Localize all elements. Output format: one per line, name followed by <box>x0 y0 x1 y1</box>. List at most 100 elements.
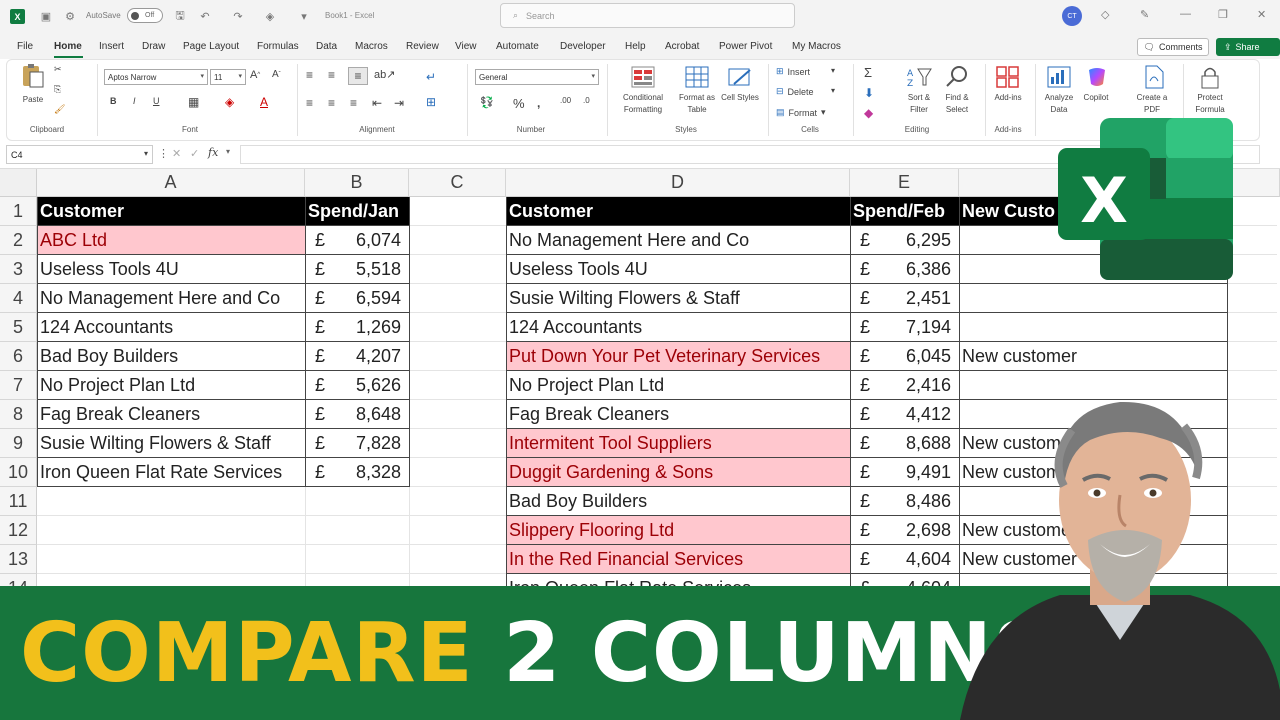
row-header-8[interactable]: 8 <box>0 400 37 429</box>
table2-spend-cell[interactable]: £6,045 <box>850 342 959 371</box>
protect-formula-label[interactable]: Protect Formula <box>1188 92 1232 116</box>
diamond-icon[interactable]: ◇ <box>1101 8 1109 21</box>
fill-color-icon[interactable]: ◈ <box>262 8 278 24</box>
table2-customer-cell[interactable]: Useless Tools 4U <box>506 255 850 284</box>
select-all-corner[interactable] <box>0 169 37 197</box>
fill-color-icon[interactable]: ◈ <box>225 95 234 109</box>
table1-header-spend[interactable]: Spend/Jan <box>305 197 409 226</box>
table1-spend-cell[interactable]: £6,074 <box>305 226 409 255</box>
row-header-4[interactable]: 4 <box>0 284 37 313</box>
sort-filter-label[interactable]: Sort & Filter <box>898 92 940 116</box>
align-middle-icon[interactable]: ≡ <box>328 68 335 82</box>
user-avatar[interactable]: CT <box>1062 6 1082 26</box>
row-header-11[interactable]: 11 <box>0 487 37 516</box>
tab-developer[interactable]: Developer <box>560 41 606 52</box>
table2-spend-cell[interactable]: £8,688 <box>850 429 959 458</box>
save-disk-icon[interactable]: 🖫 <box>172 8 188 24</box>
minimize-icon[interactable]: — <box>1180 8 1191 20</box>
copilot-label[interactable]: Copilot <box>1078 92 1114 104</box>
orientation-icon[interactable]: ab↗ <box>374 68 395 81</box>
column-header-e[interactable]: E <box>850 169 959 197</box>
table1-customer-cell[interactable]: No Management Here and Co <box>37 284 305 313</box>
bold-button[interactable]: B <box>110 96 117 106</box>
tab-draw[interactable]: Draw <box>142 41 165 52</box>
table1-spend-cell[interactable]: £8,648 <box>305 400 409 429</box>
table2-customer-cell[interactable]: Duggit Gardening & Sons <box>506 458 850 487</box>
format-as-table-label[interactable]: Format as Table <box>676 92 718 116</box>
clear-icon[interactable]: ◆ <box>864 106 873 120</box>
table2-header-customer[interactable]: Customer <box>506 197 850 226</box>
customize-icon[interactable]: ⚙ <box>62 8 78 24</box>
autosum-icon[interactable]: Σ <box>864 65 872 80</box>
decrease-decimal-icon[interactable]: .0 <box>583 96 590 105</box>
row-header-10[interactable]: 10 <box>0 458 37 487</box>
autosave-toggle[interactable]: Off <box>127 8 163 23</box>
shrink-font-icon[interactable]: Aˇ <box>272 69 281 80</box>
wrap-text-icon[interactable]: ↵ <box>426 70 436 84</box>
table2-spend-cell[interactable]: £9,491 <box>850 458 959 487</box>
table1-spend-cell[interactable]: £8,328 <box>305 458 409 487</box>
table2-header-spend[interactable]: Spend/Feb <box>850 197 959 226</box>
table1-spend-cell[interactable]: £6,594 <box>305 284 409 313</box>
table2-spend-cell[interactable]: £8,486 <box>850 487 959 516</box>
table2-new-customer-cell[interactable]: New customer <box>959 342 1227 371</box>
table1-customer-cell[interactable]: 124 Accountants <box>37 313 305 342</box>
merge-center-icon[interactable]: ⊞ <box>426 95 436 109</box>
row-header-5[interactable]: 5 <box>0 313 37 342</box>
row-header-9[interactable]: 9 <box>0 429 37 458</box>
number-format-box[interactable]: General ▾ <box>475 69 599 85</box>
copy-icon[interactable]: ⎘ <box>54 84 61 95</box>
format-cells-button[interactable]: ▤ Format ▾ <box>776 107 826 118</box>
format-as-table-icon[interactable] <box>684 65 710 89</box>
close-icon[interactable]: ✕ <box>1257 8 1266 21</box>
table2-spend-cell[interactable]: £6,295 <box>850 226 959 255</box>
name-box[interactable]: C4 ▾ <box>6 145 153 164</box>
table1-spend-cell[interactable]: £7,828 <box>305 429 409 458</box>
table1-customer-cell[interactable]: Useless Tools 4U <box>37 255 305 284</box>
chevron-down-icon[interactable]: ▾ <box>831 86 835 95</box>
table2-spend-cell[interactable]: £2,416 <box>850 371 959 400</box>
tab-home[interactable]: Home <box>54 41 82 52</box>
borders-icon[interactable]: ▦ <box>188 95 199 109</box>
column-header-d[interactable]: D <box>506 169 850 197</box>
share-button[interactable]: ⇪ Share <box>1216 38 1280 56</box>
table2-spend-cell[interactable]: £2,698 <box>850 516 959 545</box>
restore-icon[interactable]: ❐ <box>1218 8 1228 21</box>
table1-spend-cell[interactable]: £5,518 <box>305 255 409 284</box>
qat-more-icon[interactable]: ▾ <box>296 8 312 24</box>
font-color-icon[interactable]: A <box>260 95 268 109</box>
analyze-data-label[interactable]: Analyze Data <box>1040 92 1078 116</box>
create-pdf-label[interactable]: Create a PDF <box>1132 92 1172 116</box>
table1-customer-cell[interactable]: ABC Ltd <box>37 226 305 255</box>
table1-customer-cell[interactable]: Fag Break Cleaners <box>37 400 305 429</box>
find-select-label[interactable]: Find & Select <box>936 92 978 116</box>
decrease-indent-icon[interactable]: ⇤ <box>372 96 382 110</box>
increase-decimal-icon[interactable]: .00 <box>560 96 571 105</box>
tab-help[interactable]: Help <box>625 41 646 52</box>
increase-indent-icon[interactable]: ⇥ <box>394 96 404 110</box>
chevron-down-icon[interactable]: ▾ <box>831 66 835 75</box>
find-select-icon[interactable] <box>944 65 970 89</box>
font-size-box[interactable]: 11 ▾ <box>210 69 246 85</box>
insert-cells-button[interactable]: ⊞ Insert <box>776 66 810 77</box>
tab-review[interactable]: Review <box>406 41 439 52</box>
more-options-icon[interactable]: ⋮ <box>158 147 169 160</box>
table1-customer-cell[interactable]: Bad Boy Builders <box>37 342 305 371</box>
format-painter-icon[interactable]: 🖌 <box>54 104 65 115</box>
save-icon[interactable]: ▣ <box>38 8 54 24</box>
table2-customer-cell[interactable]: In the Red Financial Services <box>506 545 850 574</box>
table1-spend-cell[interactable]: £5,626 <box>305 371 409 400</box>
tab-file[interactable]: File <box>17 41 33 52</box>
tab-power-pivot[interactable]: Power Pivot <box>719 41 772 52</box>
table2-customer-cell[interactable]: Intermitent Tool Suppliers <box>506 429 850 458</box>
table2-new-customer-cell[interactable] <box>959 284 1227 313</box>
tab-my-macros[interactable]: My Macros <box>792 41 841 52</box>
table2-spend-cell[interactable]: £4,604 <box>850 545 959 574</box>
table1-customer-cell[interactable]: Susie Wilting Flowers & Staff <box>37 429 305 458</box>
align-right-icon[interactable]: ≡ <box>350 96 357 110</box>
undo-icon[interactable]: ↶ <box>197 8 213 24</box>
tab-formulas[interactable]: Formulas <box>257 41 299 52</box>
paste-label[interactable]: Paste <box>20 94 46 106</box>
table1-spend-cell[interactable]: £1,269 <box>305 313 409 342</box>
table2-customer-cell[interactable]: No Project Plan Ltd <box>506 371 850 400</box>
